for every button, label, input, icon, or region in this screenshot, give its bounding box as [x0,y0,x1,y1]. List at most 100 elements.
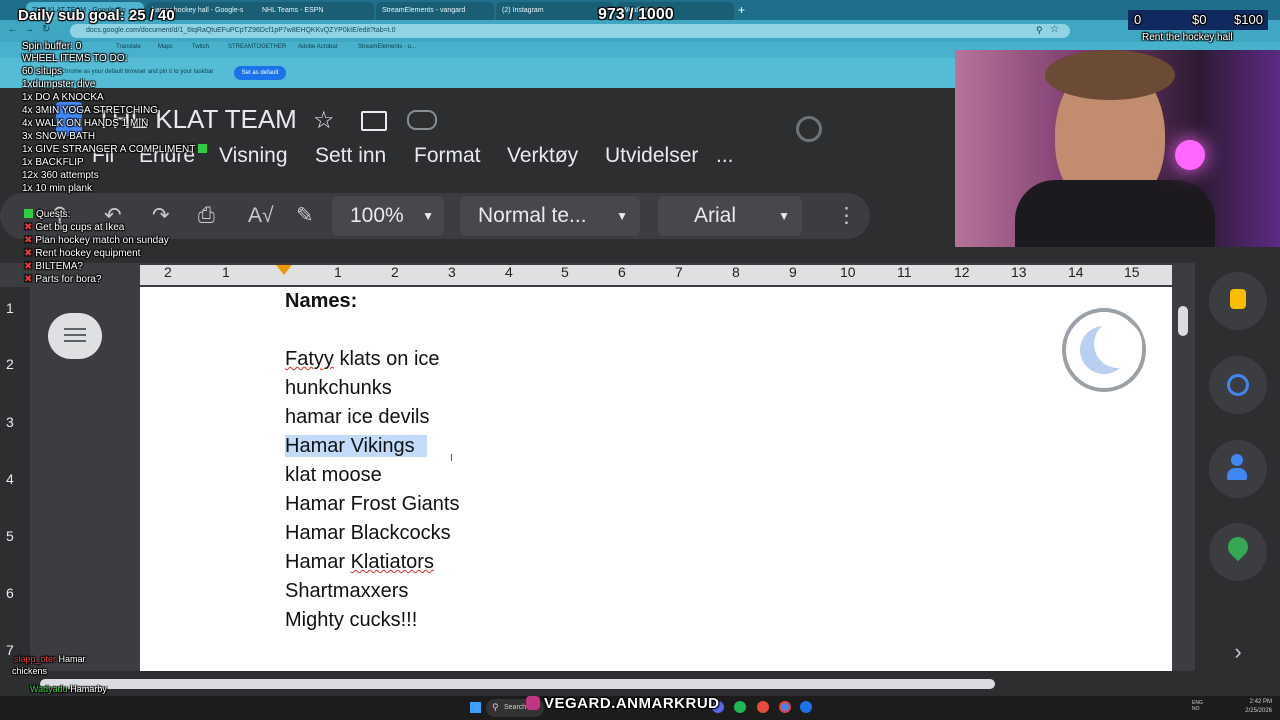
bookmark-star-icon[interactable]: ☆ [1050,24,1059,35]
search-icon[interactable]: ⚲ [1036,25,1043,36]
chrome-icon[interactable] [779,701,791,713]
forward-icon[interactable]: → [24,24,34,35]
set-default-button[interactable]: Set as default [234,66,286,80]
vruler-number: 5 [6,528,14,544]
menu-view[interactable]: Visning [219,144,288,168]
tasks-icon[interactable] [1209,356,1267,414]
contacts-icon[interactable] [1209,440,1267,498]
bookmark-streamelements[interactable]: StreamElements - o... [358,44,416,50]
misspelled-word[interactable]: Fatyy [285,348,334,370]
chevron-down-icon: ▼ [422,209,434,223]
tab-streamelements[interactable]: StreamElements - vangard [376,2,494,20]
list-item[interactable]: Mighty cucks!!! [285,609,417,632]
vertical-ruler [0,287,30,671]
app-icon[interactable] [757,701,769,713]
url-field[interactable]: docs.google.com/document/d/1_6tqRaQtuEFu… [70,24,1070,38]
bookmark-acrobat[interactable]: Adobe Acrobat [298,44,337,50]
windows-start-icon[interactable] [470,702,481,713]
cross-icon: ✖ [24,261,33,272]
move-folder-icon[interactable] [361,111,387,131]
misspelled-word[interactable]: Klatiators [351,551,434,573]
maps-icon[interactable] [1209,523,1267,581]
print-icon[interactable]: ⎙ [198,200,215,232]
list-item[interactable]: Hamar Blackcocks [285,522,451,545]
rent-goal-label: Rent the hockey hall [1142,32,1233,43]
cross-icon: ✖ [24,274,33,285]
tab-label: NHL Teams - ESPN [262,7,324,14]
check-icon [198,144,208,153]
line-text: hamar ice devils [285,406,430,428]
quest-text: BILTEMA? [35,261,83,272]
line-text: Shartmaxxers [285,580,409,602]
line-text: Hamar Blackcocks [285,522,451,544]
new-tab-icon[interactable]: + [738,3,745,17]
list-item[interactable]: Fatyy klats on ice [285,348,440,371]
list-item[interactable]: Hamar Klatiators [285,551,434,574]
menu-insert[interactable]: Sett inn [315,144,386,168]
chevron-right-icon[interactable]: › [1209,623,1267,681]
list-item-selected[interactable]: Hamar Vikings [285,435,427,458]
line-text: hunkchunks [285,377,392,399]
vertical-scrollbar[interactable] [1178,306,1188,336]
vruler-number: 6 [6,585,14,601]
history-icon[interactable] [796,116,822,142]
vruler-number: 7 [6,642,14,658]
tab-nhl[interactable]: NHL Teams - ESPN [256,2,374,20]
webcam-feed [955,50,1280,247]
cross-icon: ✖ [24,248,33,259]
zoom-value: 100% [350,204,404,227]
chevron-down-icon: ▼ [778,209,790,223]
ruler-number: 15 [1124,264,1140,280]
streamer-tag-text: VEGARD.ANMARKRUD [544,695,720,712]
redo-icon[interactable]: ↷ [152,200,170,232]
ruler-number: 9 [789,264,797,280]
menu-format[interactable]: Format [414,144,481,168]
bookmark-translate[interactable]: Translate [116,44,141,50]
font-select[interactable]: Arial ▼ [658,196,802,236]
taskbar-date[interactable]: 2/25/2026 [1236,708,1272,714]
menu-tools[interactable]: Verktøy [507,144,578,168]
language-indicator[interactable]: ENG NO [1192,700,1206,712]
zoom-select[interactable]: 100% ▼ [332,196,444,236]
wheel-item: 1x DO A KNOCKA [22,92,104,103]
quest-text: Get big cups at Ikea [35,222,125,233]
chat-user: Wadyadu [30,684,68,694]
edge-icon[interactable] [800,701,812,713]
vruler-number: 2 [6,356,14,372]
spellcheck-icon[interactable]: A√ [248,200,274,232]
document-outline-button[interactable] [48,313,102,359]
wheel-item: 1x BACKFLIP [22,157,84,168]
tab-instagram[interactable]: (2) Instagram [496,2,614,20]
taskbar-time[interactable]: 2:42 PM [1240,699,1272,705]
bookmark-twitch[interactable]: Twitch [192,44,209,50]
list-item[interactable]: Shartmaxxers [285,580,408,603]
chat-text: Hamar [58,654,86,664]
more-options-icon[interactable]: ⋮ [836,200,857,232]
wheel-title: WHEEL ITEMS TO DO: [22,53,128,64]
paint-format-icon[interactable]: ✎ [296,200,314,232]
quest-item: ✖ Parts for bora? [24,274,102,285]
menu-extensions[interactable]: Utvidelser [605,144,698,168]
style-select[interactable]: Normal te... ▼ [460,196,640,236]
donation-count: 0 [1134,12,1142,27]
keep-icon[interactable] [1209,272,1267,330]
star-icon[interactable]: ☆ [313,106,335,135]
indent-marker-icon[interactable] [276,265,292,275]
list-item[interactable]: hamar ice devils [285,406,430,429]
cross-icon: ✖ [24,235,33,246]
spotify-icon[interactable] [734,701,746,713]
check-icon [24,209,33,218]
bookmark-maps[interactable]: Maps [158,44,173,50]
horizontal-scrollbar[interactable] [40,679,995,689]
list-item[interactable]: Hamar Frost Giants [285,493,459,516]
ruler-number: 14 [1068,264,1084,280]
list-item[interactable]: klat moose [285,464,382,487]
bookmark-streamtogether[interactable]: STREAMTOGETHER [228,44,286,50]
menu-more[interactable]: ... [716,144,734,168]
instagram-icon [526,696,540,710]
list-item[interactable]: hunkchunks [285,377,392,400]
back-icon[interactable]: ← [8,24,18,35]
reload-icon[interactable]: ↻ [42,24,50,35]
chat-message: slapp_oter Hamar [14,654,86,664]
names-heading[interactable]: Names: [285,290,357,313]
